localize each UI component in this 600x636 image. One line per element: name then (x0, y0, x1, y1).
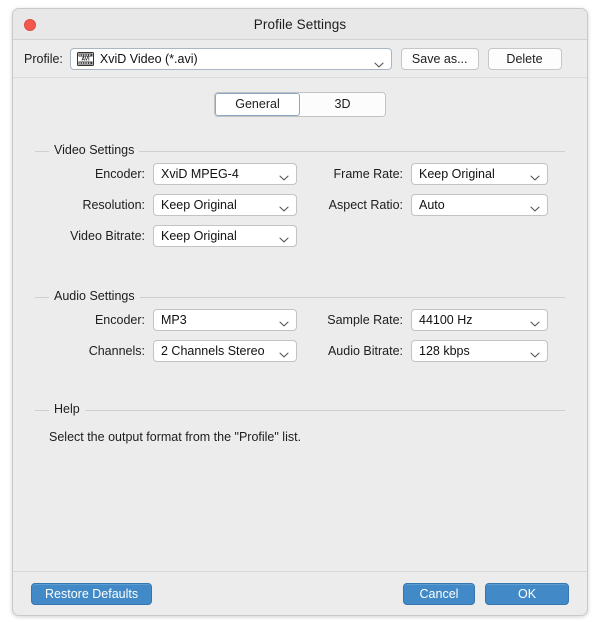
avi-video-icon: AVI (76, 51, 94, 66)
ok-button[interactable]: OK (485, 582, 569, 605)
audio-encoder-label: Encoder: (94, 313, 145, 327)
group-divider (35, 410, 565, 411)
field-row: Resolution: Keep Original Aspect Ratio: … (35, 194, 565, 216)
close-icon[interactable] (24, 19, 36, 31)
video-settings-title: Video Settings (49, 143, 140, 157)
tab-bar: General 3D (13, 78, 587, 123)
profile-value: XviD Video (*.avi) (99, 51, 198, 66)
svg-text:AVI: AVI (81, 56, 90, 62)
save-as-button[interactable]: Save as... (400, 47, 479, 70)
profile-bar: Profile: AVI XviD Video (*.avi) Save as.… (13, 40, 587, 78)
delete-button[interactable]: Delete (487, 47, 562, 70)
tab-3d[interactable]: 3D (300, 93, 385, 116)
restore-defaults-button[interactable]: Restore Defaults (31, 582, 153, 605)
audio-settings-group: Audio Settings Encoder: MP3 Sample Rate:… (35, 289, 565, 362)
chevron-down-icon (530, 348, 540, 358)
field-row: Channels: 2 Channels Stereo Audio Bitrat… (35, 340, 565, 362)
sample-rate-label: Sample Rate: (327, 313, 403, 327)
video-encoder-label: Encoder: (94, 167, 145, 181)
help-group: Help Select the output format from the "… (35, 402, 565, 446)
resolution-dropdown[interactable]: Keep Original (153, 194, 297, 216)
profile-settings-dialog: Profile Settings Profile: AVI XviD Video… (12, 8, 588, 616)
window-title: Profile Settings (253, 16, 347, 32)
aspect-ratio-label: Aspect Ratio: (328, 198, 403, 212)
audio-settings-title: Audio Settings (49, 289, 140, 303)
chevron-down-icon (374, 55, 384, 68)
chevron-down-icon (279, 202, 289, 212)
channels-dropdown[interactable]: 2 Channels Stereo (153, 340, 297, 362)
audio-encoder-value: MP3 (161, 313, 187, 327)
chevron-down-icon (279, 317, 289, 327)
channels-value: 2 Channels Stereo (161, 344, 265, 358)
frame-rate-dropdown[interactable]: Keep Original (411, 163, 548, 185)
chevron-down-icon (279, 348, 289, 358)
frame-rate-value: Keep Original (419, 167, 495, 181)
video-encoder-value: XviD MPEG-4 (161, 167, 239, 181)
video-bitrate-value: Keep Original (161, 229, 237, 243)
chevron-down-icon (530, 171, 540, 181)
profile-dropdown[interactable]: AVI XviD Video (*.avi) (69, 47, 392, 70)
cancel-button[interactable]: Cancel (403, 582, 475, 605)
video-settings-group: Video Settings Encoder: XviD MPEG-4 Fram… (35, 143, 565, 247)
field-row: Encoder: MP3 Sample Rate: 44100 Hz (35, 309, 565, 331)
sample-rate-dropdown[interactable]: 44100 Hz (411, 309, 548, 331)
chevron-down-icon (530, 202, 540, 212)
chevron-down-icon (279, 171, 289, 181)
video-bitrate-dropdown[interactable]: Keep Original (153, 225, 297, 247)
tab-general[interactable]: General (215, 93, 300, 116)
aspect-ratio-dropdown[interactable]: Auto (411, 194, 548, 216)
resolution-value: Keep Original (161, 198, 237, 212)
chevron-down-icon (279, 233, 289, 243)
profile-label: Profile: (24, 51, 63, 66)
audio-encoder-dropdown[interactable]: MP3 (153, 309, 297, 331)
channels-label: Channels: (88, 344, 145, 358)
chevron-down-icon (530, 317, 540, 327)
dialog-footer: Restore Defaults Cancel OK (13, 572, 587, 615)
video-encoder-dropdown[interactable]: XviD MPEG-4 (153, 163, 297, 185)
window-titlebar: Profile Settings (13, 9, 587, 40)
audio-bitrate-label: Audio Bitrate: (327, 344, 403, 358)
field-row: Encoder: XviD MPEG-4 Frame Rate: Keep Or… (35, 163, 565, 185)
audio-bitrate-value: 128 kbps (419, 344, 470, 358)
video-bitrate-label: Video Bitrate: (70, 229, 145, 243)
audio-bitrate-dropdown[interactable]: 128 kbps (411, 340, 548, 362)
help-title: Help (49, 402, 85, 416)
aspect-ratio-value: Auto (419, 198, 445, 212)
resolution-label: Resolution: (82, 198, 145, 212)
field-row: Video Bitrate: Keep Original (35, 225, 565, 247)
frame-rate-label: Frame Rate: (333, 167, 403, 181)
sample-rate-value: 44100 Hz (419, 313, 473, 327)
help-text: Select the output format from the "Profi… (49, 430, 302, 444)
